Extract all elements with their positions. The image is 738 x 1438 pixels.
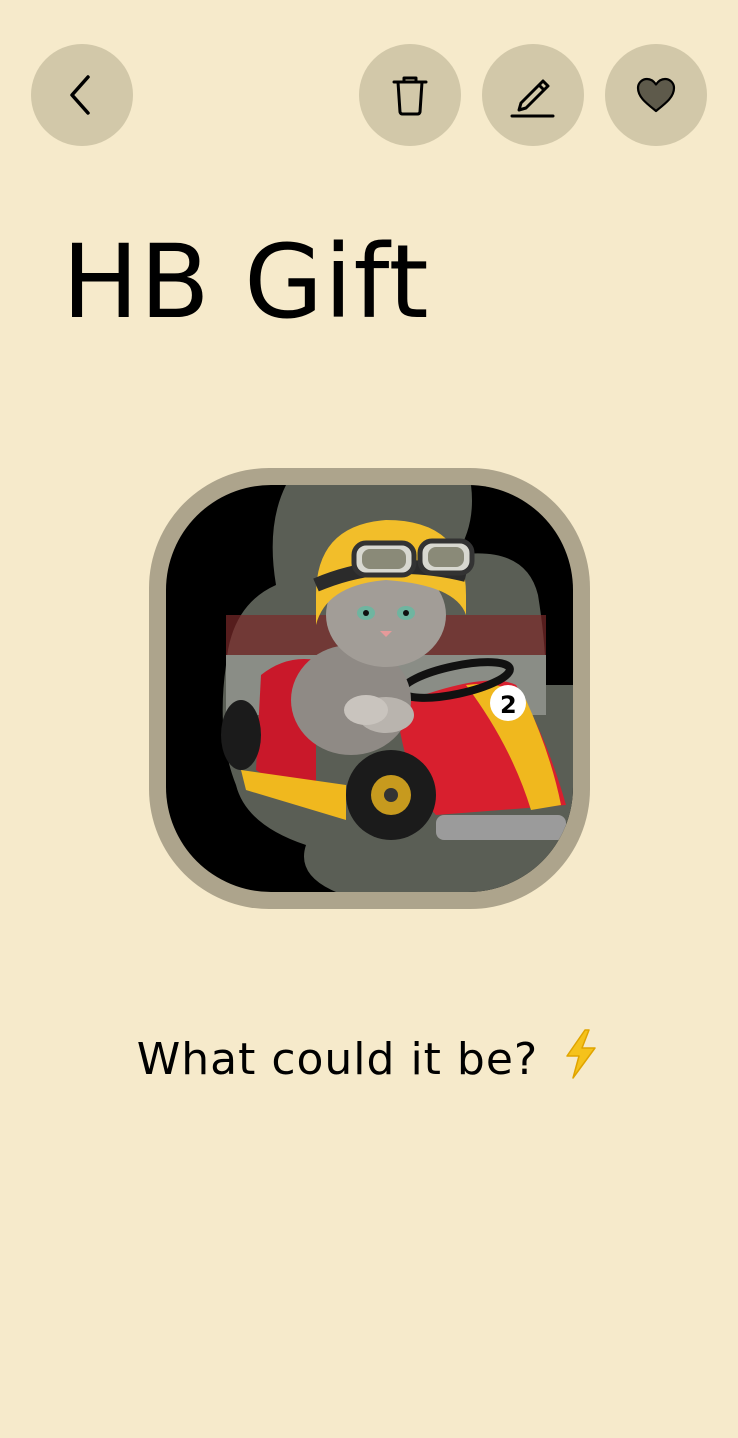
svg-text:2: 2 xyxy=(500,691,517,719)
chevron-left-icon xyxy=(70,75,90,115)
edit-button[interactable] xyxy=(482,44,584,146)
lightning-bolt-icon xyxy=(559,1028,601,1096)
back-button[interactable] xyxy=(31,44,133,146)
gift-image-frame: 2 xyxy=(149,468,590,909)
caption-row: What could it be? xyxy=(0,1028,738,1096)
cat-go-kart-image: 2 xyxy=(166,485,573,892)
favorite-button[interactable] xyxy=(605,44,707,146)
page-title: HB Gift xyxy=(62,223,430,342)
pencil-icon xyxy=(510,79,555,118)
delete-button[interactable] xyxy=(359,44,461,146)
caption-text: What could it be? xyxy=(136,1034,539,1085)
heart-icon xyxy=(636,77,676,113)
trash-icon xyxy=(392,76,428,116)
